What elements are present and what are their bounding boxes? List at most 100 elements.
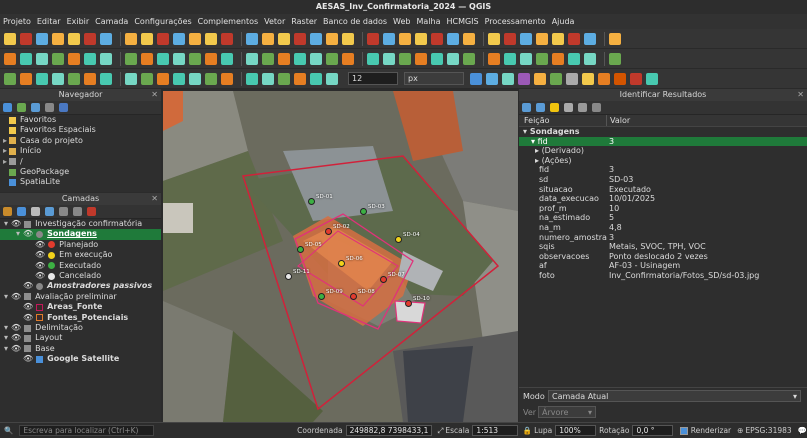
attribute-row[interactable]: numero_amostras 3 (519, 233, 807, 243)
sample-point[interactable] (360, 208, 367, 215)
tool-button-icon[interactable] (20, 32, 32, 45)
menu-item-6[interactable]: Vetor (264, 17, 285, 26)
attribute-row[interactable]: fid 3 (519, 165, 807, 175)
tool-button-icon[interactable] (383, 32, 395, 45)
expand-arrow-icon[interactable]: ▾ (4, 292, 11, 302)
tool-button-icon[interactable] (4, 72, 16, 85)
refresh-icon[interactable] (3, 103, 12, 112)
filter-icon[interactable] (45, 207, 54, 216)
layer-tree-item[interactable]: 👁 Amostradores passivos (0, 281, 161, 291)
menu-item-9[interactable]: Web (393, 17, 410, 26)
eye-icon[interactable]: 👁 (23, 354, 33, 364)
menu-item-3[interactable]: Camada (95, 17, 128, 26)
tool-button-icon[interactable] (504, 52, 516, 65)
menu-item-7[interactable]: Raster (291, 17, 317, 26)
eye-icon[interactable]: 👁 (11, 344, 21, 354)
tool-button-icon[interactable] (383, 52, 395, 65)
eye-icon[interactable]: 👁 (11, 333, 21, 343)
tool-button-icon[interactable] (294, 72, 306, 85)
tool-button-icon[interactable] (262, 52, 274, 65)
info-icon[interactable] (59, 103, 68, 112)
tool-button-icon[interactable] (536, 32, 548, 45)
tool-button-icon[interactable] (221, 52, 233, 65)
tool-button-icon[interactable] (36, 52, 48, 65)
expand-arrow-icon[interactable]: ▾ (16, 229, 23, 239)
tool-button-icon[interactable] (342, 52, 354, 65)
locator-search-input[interactable]: Escreva para localizar (Ctrl+K) (19, 425, 154, 436)
tool-button-icon[interactable] (221, 72, 233, 85)
tool-button-icon[interactable] (367, 32, 379, 45)
filter-icon[interactable] (31, 103, 40, 112)
navigator-item[interactable]: Favoritos (3, 115, 161, 125)
tool-button-icon[interactable] (447, 32, 459, 45)
magnifier-field[interactable]: 100% (555, 425, 597, 436)
tool-button-icon[interactable] (630, 72, 642, 85)
map-canvas[interactable]: SD-01 SD-02 SD-03 SD-04 SD-05 SD-06 SD-07 SD-08… (163, 91, 518, 422)
tool-button-icon[interactable] (125, 32, 137, 45)
expand-arrow-icon[interactable]: ▾ (4, 323, 11, 333)
sample-point[interactable] (318, 293, 325, 300)
close-icon[interactable]: ✕ (151, 89, 158, 101)
eye-icon[interactable]: 👁 (35, 250, 45, 260)
tool-button-icon[interactable] (294, 32, 306, 45)
sample-point[interactable] (395, 236, 402, 243)
tool-button-icon[interactable] (552, 52, 564, 65)
eye-icon[interactable]: 👁 (23, 313, 33, 323)
tool-button-icon[interactable] (310, 52, 322, 65)
tool-button-icon[interactable] (68, 72, 80, 85)
layer-tree-item[interactable]: 👁 Planejado (0, 240, 161, 250)
tool-button-icon[interactable] (278, 52, 290, 65)
attribute-row[interactable]: sd SD-03 (519, 175, 807, 185)
tool-button-icon[interactable] (609, 32, 621, 45)
layer-tree-item[interactable]: ▾ 👁 Delimitação (0, 323, 161, 333)
tool-button-icon[interactable] (100, 52, 112, 65)
eye-icon[interactable]: 👁 (11, 292, 21, 302)
menu-item-12[interactable]: Processamento (485, 17, 546, 26)
expand-arrow-icon[interactable]: ▾ (4, 344, 11, 354)
tool-button-icon[interactable] (262, 32, 274, 45)
sample-point[interactable] (350, 293, 357, 300)
tool-button-icon[interactable] (534, 72, 546, 85)
tool-button-icon[interactable] (566, 72, 578, 85)
identify-layer-row[interactable]: ▾ Sondagens (519, 127, 807, 137)
collapse-icon[interactable] (536, 103, 545, 112)
tool-button-icon[interactable] (36, 72, 48, 85)
tool-button-icon[interactable] (141, 52, 153, 65)
tool-button-icon[interactable] (262, 72, 274, 85)
tool-button-icon[interactable] (246, 72, 258, 85)
lock-icon[interactable]: 🔒 (523, 426, 532, 435)
tool-button-icon[interactable] (125, 72, 137, 85)
visibility-icon[interactable] (31, 207, 40, 216)
navigator-item[interactable]: ▸ Início (3, 146, 161, 156)
identify-derived-row[interactable]: ▸ (Derivado) (519, 146, 807, 156)
expand-icon[interactable] (522, 103, 531, 112)
tool-button-icon[interactable] (415, 52, 427, 65)
tool-button-icon[interactable] (189, 32, 201, 45)
copy-icon[interactable] (564, 103, 573, 112)
layer-tree-item[interactable]: ▾ 👁 Avaliação preliminar (0, 292, 161, 302)
eye-icon[interactable]: 👁 (11, 323, 21, 333)
tool-button-icon[interactable] (20, 52, 32, 65)
attribute-row[interactable]: na_estimado 5 (519, 213, 807, 223)
tool-button-icon[interactable] (342, 32, 354, 45)
tool-button-icon[interactable] (584, 32, 596, 45)
layer-tree-item[interactable]: ▾ 👁 Layout (0, 333, 161, 343)
navigator-item[interactable]: ▸ Casa do projeto (3, 136, 161, 146)
tool-button-icon[interactable] (326, 72, 338, 85)
tool-button-icon[interactable] (609, 52, 621, 65)
layer-tree-item[interactable]: ▾ 👁 Investigação confirmatória (0, 219, 161, 229)
add-group-icon[interactable] (17, 207, 26, 216)
tool-button-icon[interactable] (141, 72, 153, 85)
tool-button-icon[interactable] (326, 52, 338, 65)
tool-button-icon[interactable] (100, 32, 112, 45)
menu-item-8[interactable]: Banco de dados (323, 17, 387, 26)
tool-button-icon[interactable] (614, 72, 626, 85)
layer-tree-item[interactable]: 👁 Executado (0, 261, 161, 271)
menu-item-11[interactable]: HCMGIS (446, 17, 478, 26)
expand-arrow-icon[interactable]: ▾ (4, 333, 11, 343)
sample-point[interactable] (380, 276, 387, 283)
tool-button-icon[interactable] (246, 52, 258, 65)
tool-button-icon[interactable] (157, 52, 169, 65)
tool-button-icon[interactable] (52, 32, 64, 45)
attribute-row[interactable]: situacao Executado (519, 185, 807, 195)
